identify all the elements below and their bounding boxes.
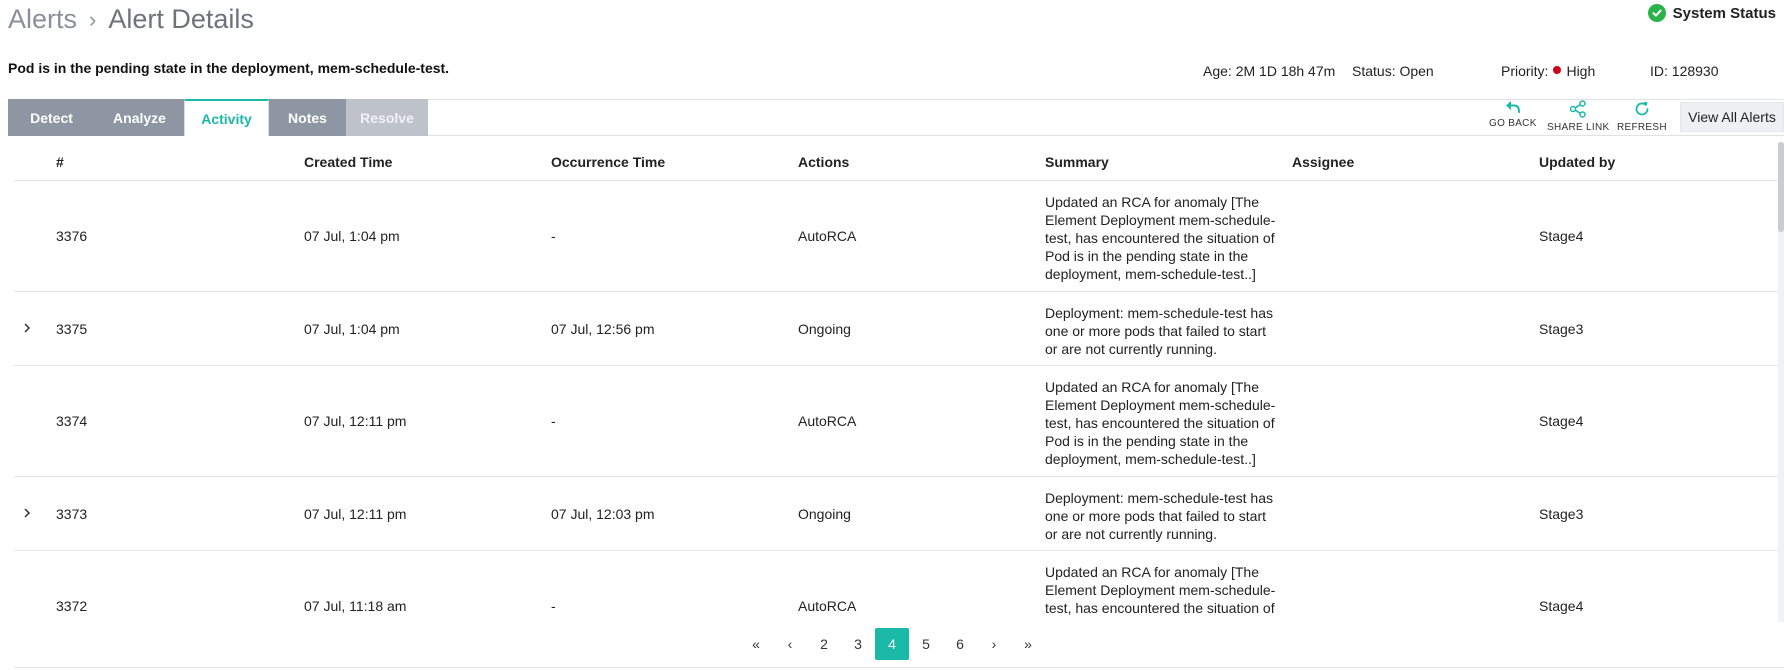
- column-header-actions[interactable]: Actions: [798, 154, 849, 170]
- column-header-number[interactable]: #: [56, 154, 64, 170]
- row-summary: Updated an RCA for anomaly [The Element …: [1045, 194, 1276, 282]
- view-all-alerts-button[interactable]: View All Alerts: [1680, 102, 1784, 132]
- row-id: 3376: [56, 228, 88, 244]
- row-summary: Deployment: mem-schedule-test has one or…: [1045, 305, 1273, 357]
- row-action: AutoRCA: [798, 413, 857, 429]
- table-header: # Created Time Occurrence Time Actions S…: [14, 138, 1778, 181]
- last-page-button[interactable]: »: [1011, 628, 1045, 660]
- page-button-2[interactable]: 2: [807, 628, 841, 660]
- row-occurrence-time: 07 Jul, 12:56 pm: [551, 320, 655, 337]
- chevron-right-icon[interactable]: [22, 506, 32, 522]
- row-created-time: 07 Jul, 12:11 pm: [304, 413, 407, 429]
- table-row[interactable]: 3374 07 Jul, 12:11 pm - AutoRCA Updated …: [14, 366, 1778, 477]
- page-button-3[interactable]: 3: [841, 628, 875, 660]
- tab-resolve[interactable]: Resolve: [346, 99, 428, 136]
- row-id: 3373: [56, 505, 88, 522]
- row-action: Ongoing: [798, 320, 851, 337]
- row-summary: Updated an RCA for anomaly [The Element …: [1045, 564, 1276, 621]
- tab-detect[interactable]: Detect: [8, 99, 95, 136]
- row-action: AutoRCA: [798, 228, 857, 244]
- share-link-label: SHARE LINK: [1547, 122, 1610, 133]
- system-status-label: System Status: [1672, 4, 1776, 22]
- row-updated-by: Stage4: [1539, 228, 1584, 244]
- first-page-button[interactable]: «: [739, 628, 773, 660]
- table-row[interactable]: 3372 07 Jul, 11:18 am - AutoRCA Updated …: [14, 551, 1778, 621]
- row-created-time: 07 Jul, 1:04 pm: [304, 320, 400, 337]
- alert-title: Pod is in the pending state in the deplo…: [8, 60, 450, 76]
- row-updated-by: Stage3: [1539, 505, 1584, 522]
- priority-value: High: [1566, 63, 1596, 79]
- alert-priority: Priority: High: [1501, 63, 1595, 79]
- column-header-created-time[interactable]: Created Time: [304, 154, 392, 170]
- refresh-button[interactable]: REFRESH: [1617, 100, 1667, 133]
- row-id: 3375: [56, 320, 88, 337]
- row-action: AutoRCA: [798, 598, 857, 614]
- row-created-time: 07 Jul, 11:18 am: [304, 598, 407, 614]
- row-summary: Deployment: mem-schedule-test has one or…: [1045, 490, 1273, 542]
- row-occurrence-time: -: [551, 228, 556, 244]
- tab-notes[interactable]: Notes: [269, 99, 346, 136]
- go-back-label: GO BACK: [1489, 118, 1537, 129]
- row-created-time: 07 Jul, 12:11 pm: [304, 505, 407, 522]
- reply-arrow-icon: [1505, 101, 1520, 113]
- table-row[interactable]: 3376 07 Jul, 1:04 pm - AutoRCA Updated a…: [14, 181, 1778, 292]
- priority-label: Priority:: [1501, 63, 1549, 79]
- refresh-label: REFRESH: [1617, 122, 1667, 133]
- breadcrumb-alerts-link[interactable]: Alerts: [8, 4, 77, 35]
- pagination: « ‹ 2 3 4 5 6 › »: [0, 628, 1784, 660]
- refresh-icon: [1635, 101, 1649, 116]
- row-id: 3372: [56, 598, 88, 614]
- table-row[interactable]: 3375 07 Jul, 1:04 pm 07 Jul, 12:56 pm On…: [14, 292, 1778, 366]
- row-updated-by: Stage3: [1539, 320, 1584, 337]
- page-title: Alert Details: [108, 4, 254, 34]
- system-status[interactable]: System Status: [1647, 4, 1776, 22]
- divider: [14, 667, 1784, 668]
- row-created-time: 07 Jul, 1:04 pm: [304, 228, 400, 244]
- row-occurrence-time: -: [551, 413, 556, 429]
- priority-dot-icon: [1553, 65, 1562, 74]
- tab-analyze[interactable]: Analyze: [95, 99, 184, 136]
- row-occurrence-time: 07 Jul, 12:03 pm: [551, 505, 655, 522]
- tab-bar: Detect Analyze Activity Notes Resolve: [8, 99, 428, 136]
- column-header-summary[interactable]: Summary: [1045, 154, 1109, 170]
- scrollbar-thumb[interactable]: [1778, 142, 1784, 232]
- column-header-occurrence-time[interactable]: Occurrence Time: [551, 154, 665, 170]
- alert-id: ID: 128930: [1650, 63, 1719, 79]
- column-header-updated-by[interactable]: Updated by: [1539, 154, 1615, 170]
- table-scrollbar[interactable]: [1778, 142, 1784, 622]
- row-summary: Updated an RCA for anomaly [The Element …: [1045, 379, 1276, 467]
- page-button-4-current[interactable]: 4: [875, 628, 909, 660]
- share-link-button[interactable]: SHARE LINK: [1547, 100, 1609, 133]
- prev-page-button[interactable]: ‹: [773, 628, 807, 660]
- row-action: Ongoing: [798, 505, 851, 522]
- page-button-6[interactable]: 6: [943, 628, 977, 660]
- check-circle-icon: [1647, 4, 1666, 22]
- table-row[interactable]: 3373 07 Jul, 12:11 pm 07 Jul, 12:03 pm O…: [14, 477, 1778, 551]
- activity-table: # Created Time Occurrence Time Actions S…: [14, 138, 1778, 621]
- row-id: 3374: [56, 413, 88, 429]
- share-icon: [1569, 100, 1586, 118]
- tab-activity[interactable]: Activity: [184, 99, 269, 136]
- row-updated-by: Stage4: [1539, 598, 1584, 614]
- go-back-button[interactable]: GO BACK: [1489, 100, 1537, 129]
- row-occurrence-time: -: [551, 598, 556, 614]
- breadcrumb-separator: ›: [89, 6, 97, 32]
- alert-status: Status: Open: [1352, 63, 1434, 79]
- page-button-5[interactable]: 5: [909, 628, 943, 660]
- chevron-right-icon[interactable]: [22, 321, 32, 337]
- column-header-assignee[interactable]: Assignee: [1292, 154, 1354, 170]
- breadcrumb: Alerts › Alert Details: [8, 4, 254, 35]
- row-updated-by: Stage4: [1539, 413, 1584, 429]
- next-page-button[interactable]: ›: [977, 628, 1011, 660]
- alert-age: Age: 2M 1D 18h 47m: [1203, 63, 1336, 79]
